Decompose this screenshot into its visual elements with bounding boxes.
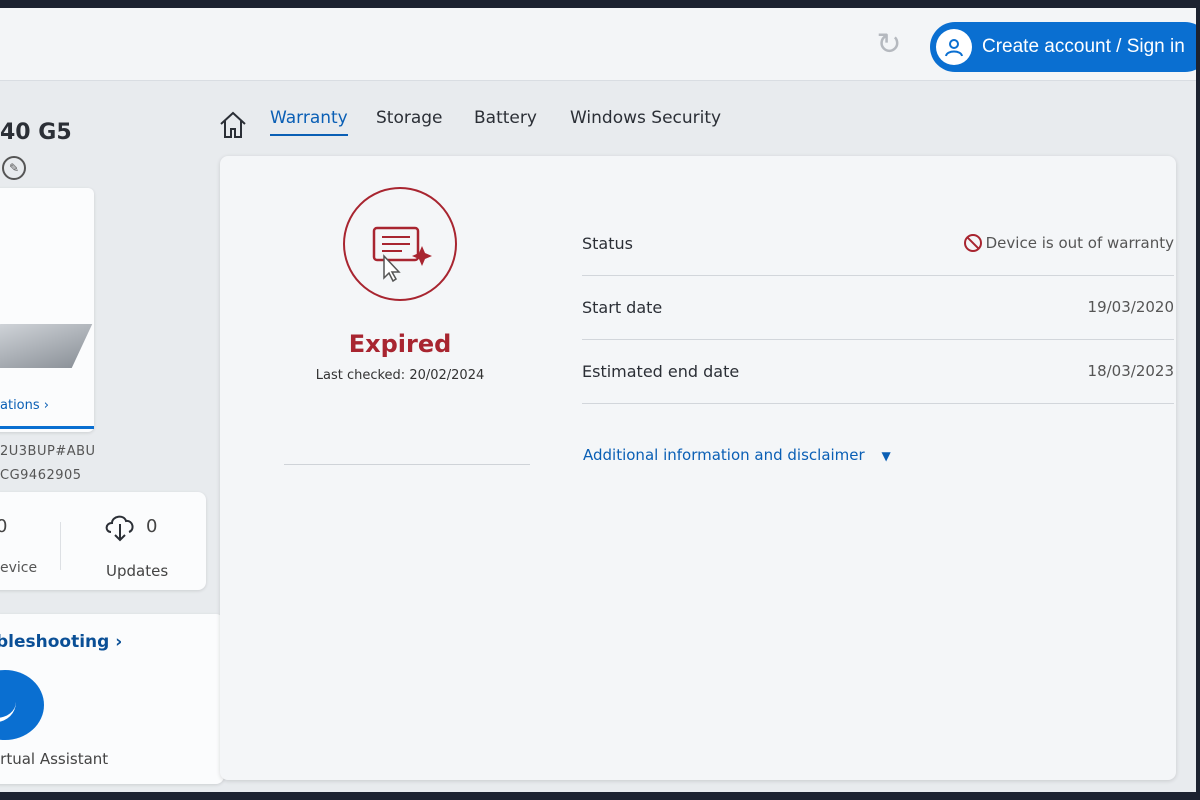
top-bar: ↻ Create account / Sign in ▼ [0,8,1196,81]
cloud-download-icon[interactable] [102,508,138,544]
serial-number: CG9462905 [0,468,82,483]
home-icon[interactable] [218,110,248,140]
virtual-assistant-icon[interactable] [0,670,44,740]
status-value-text: Device is out of warranty [985,234,1174,252]
row-divider [582,403,1174,404]
additional-info-toggle[interactable]: Additional information and disclaimer ▼ [583,446,891,464]
user-icon [936,29,972,65]
warranty-state: Expired [348,330,452,358]
status-value: Device is out of warranty [963,234,1174,252]
device-specifications-link[interactable]: ations › [0,398,49,413]
left-divider [284,464,530,465]
end-date-row: Estimated end date 18/03/2023 [582,340,1174,404]
device-label[interactable]: evice [0,560,37,576]
start-date-label: Start date [582,298,663,317]
status-label: Status [582,234,633,253]
status-row: Status Device is out of warranty [582,212,1174,276]
app-window: ↻ Create account / Sign in ▼ 40 G5 ✎ ati… [0,8,1196,792]
last-checked: Last checked: 20/02/2024 [315,368,485,383]
troubleshooting-link[interactable]: bleshooting › [0,632,122,652]
tab-battery[interactable]: Battery [474,108,537,134]
product-number: 2U3BUP#ABU [0,444,96,459]
device-count: 0 [0,516,8,537]
warranty-panel: Expired Last checked: 20/02/2024 Status … [220,156,1176,780]
start-date-value: 19/03/2020 [1087,298,1174,316]
chevron-down-icon: ▼ [881,449,891,463]
prohibited-icon [963,234,982,252]
warranty-certificate-icon [343,187,457,301]
edit-icon[interactable]: ✎ [2,156,26,180]
additional-info-label: Additional information and disclaimer [583,446,865,464]
end-date-value: 18/03/2023 [1087,362,1174,380]
device-name: 40 G5 [0,120,72,145]
sign-in-button[interactable]: Create account / Sign in ▼ [930,22,1196,72]
updates-count: 0 [146,516,158,537]
tab-warranty[interactable]: Warranty [270,108,348,136]
virtual-assistant-label[interactable]: irtual Assistant [0,750,108,768]
end-date-label: Estimated end date [582,362,740,381]
tab-windows-security[interactable]: Windows Security [570,108,721,134]
card-accent-bar [0,426,94,429]
tab-storage[interactable]: Storage [376,108,443,134]
updates-label[interactable]: Updates [106,562,168,580]
stats-card: 0 evice 0 Updates [0,492,206,590]
device-card: ations › [0,188,94,432]
sign-in-label: Create account / Sign in [982,36,1185,57]
start-date-row: Start date 19/03/2020 [582,276,1174,340]
laptop-image [0,324,93,368]
stats-divider [60,522,61,570]
troubleshooting-card: bleshooting › irtual Assistant [0,614,224,784]
refresh-icon[interactable]: ↻ [874,30,904,60]
